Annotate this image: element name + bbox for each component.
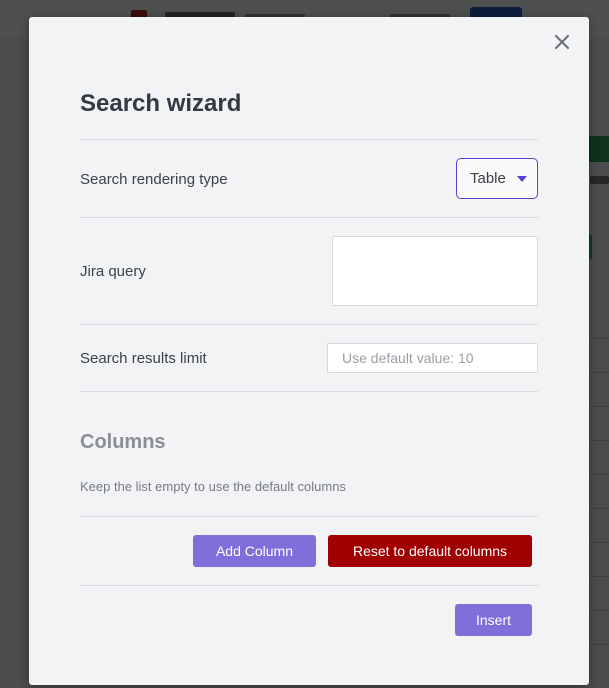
search-wizard-dialog: Search wizard Search rendering type Tabl…: [29, 17, 589, 685]
add-column-button[interactable]: Add Column: [193, 535, 316, 567]
rendering-type-value: Table: [470, 170, 506, 187]
rendering-type-select[interactable]: Table: [456, 158, 538, 199]
divider: [80, 516, 538, 517]
reset-columns-button[interactable]: Reset to default columns: [328, 535, 532, 567]
divider: [80, 585, 538, 586]
close-button[interactable]: [551, 31, 573, 53]
results-limit-input[interactable]: [327, 343, 538, 373]
rendering-type-label: Search rendering type: [80, 171, 228, 188]
insert-button[interactable]: Insert: [455, 604, 532, 636]
jira-query-input[interactable]: [332, 236, 538, 306]
chevron-down-icon: [516, 175, 527, 182]
divider: [80, 217, 538, 218]
columns-description: Keep the list empty to use the default c…: [80, 479, 346, 494]
dialog-title: Search wizard: [80, 90, 242, 117]
divider: [80, 391, 538, 392]
divider: [80, 324, 538, 325]
jira-query-label: Jira query: [80, 263, 146, 280]
close-icon: [555, 35, 569, 49]
divider: [80, 139, 538, 140]
results-limit-label: Search results limit: [80, 350, 207, 367]
columns-section-title: Columns: [80, 431, 166, 453]
